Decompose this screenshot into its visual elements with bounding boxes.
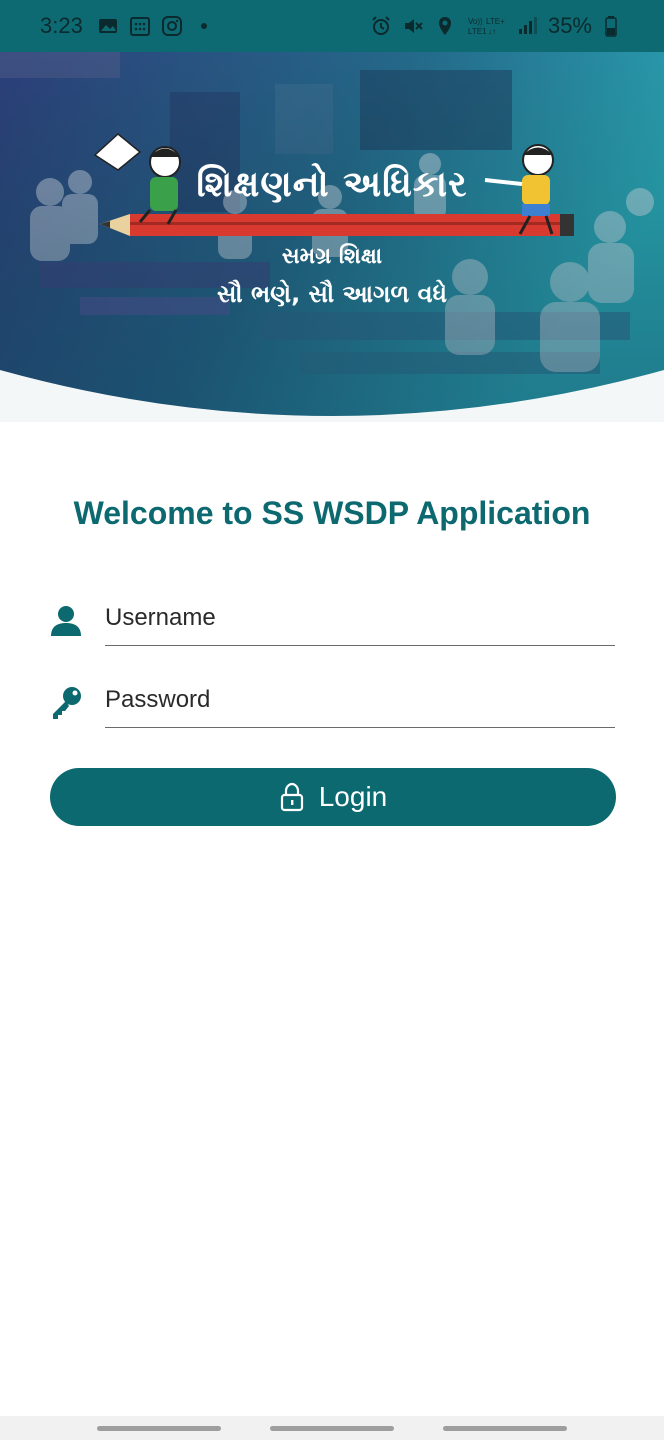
calendar-icon [129, 15, 151, 37]
nav-back-button[interactable] [443, 1426, 567, 1431]
svg-text:LTE1: LTE1 [468, 27, 487, 36]
banner-title: શિક્ષણનો અધિકાર [196, 164, 468, 205]
volte-icon: Vo)) LTE+ LTE1 ↓↑ [466, 15, 506, 37]
banner-subtitle: સમગ્ર શિક્ષા [281, 244, 383, 269]
password-field-group [50, 672, 616, 732]
svg-text:↓↑: ↓↑ [488, 27, 496, 36]
user-icon [50, 604, 82, 640]
system-nav-bar [0, 1416, 664, 1440]
username-input[interactable] [105, 590, 615, 646]
classroom-image [0, 52, 664, 422]
battery-icon [602, 15, 624, 37]
instagram-icon [161, 15, 183, 37]
svg-text:LTE+: LTE+ [486, 17, 505, 26]
nav-recent-button[interactable] [97, 1426, 221, 1431]
dot-icon [193, 15, 215, 37]
battery-percentage: 35% [547, 13, 592, 38]
nav-home-button[interactable] [270, 1426, 394, 1431]
lock-icon [279, 782, 305, 812]
gallery-icon [97, 15, 119, 37]
key-icon [50, 686, 82, 722]
status-bar: 3:23 Vo)) LTE+ LTE1 ↓↑ 35% [0, 0, 664, 52]
location-icon [434, 15, 456, 37]
alarm-icon [370, 15, 392, 37]
status-time: 3:23 [40, 13, 83, 38]
signal-icon [516, 15, 538, 37]
banner-tagline: સૌ ભણે, સૌ આગળ વધે [216, 280, 447, 308]
username-field-group [50, 590, 616, 650]
mute-icon [402, 15, 424, 37]
login-button-label: Login [318, 781, 388, 812]
welcome-heading: Welcome to SS WSDP Application [73, 495, 591, 531]
hero-banner: શિક્ષણનો અધિકાર સમગ્ર શિક્ષા સૌ ભણે, સૌ … [0, 52, 664, 422]
login-button[interactable]: Login [50, 768, 616, 826]
svg-text:Vo)): Vo)) [468, 17, 483, 26]
password-input[interactable] [105, 672, 615, 728]
